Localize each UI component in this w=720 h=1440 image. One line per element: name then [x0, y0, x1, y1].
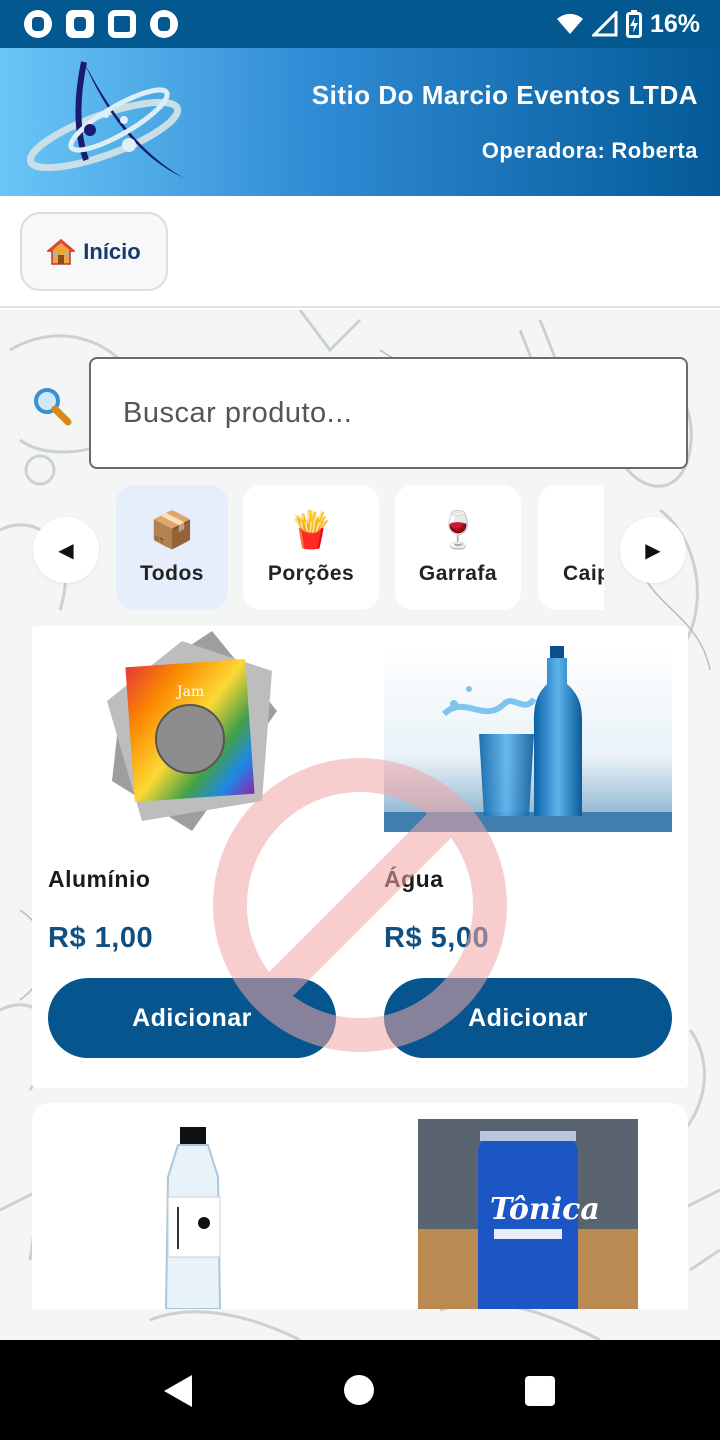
category-garrafa[interactable]: 🍷 Garrafa: [395, 485, 521, 610]
app-header: Sitio Do Marcio Eventos LTDA Operadora: R…: [0, 48, 720, 196]
product-name: Alumínio: [48, 866, 151, 892]
add-to-cart-button[interactable]: Adicionar: [48, 978, 336, 1058]
category-porcoes[interactable]: 🍟 Porções: [243, 485, 379, 610]
operator-name: Roberta: [611, 138, 698, 163]
home-button-label: Início: [83, 238, 141, 264]
category-todos[interactable]: 📦 Todos: [116, 485, 228, 610]
product-price: R$ 5,00: [384, 922, 490, 954]
toolbar: Início: [0, 196, 720, 308]
chevron-left-icon: ◀: [58, 539, 74, 562]
product-image-water-bottle: [164, 1127, 222, 1309]
wifi-icon: [556, 13, 583, 34]
search-input[interactable]: [89, 357, 688, 469]
category-prev-button[interactable]: ◀: [33, 517, 99, 583]
product-name: Água: [384, 866, 444, 892]
fries-icon: 🍟: [288, 508, 334, 550]
product-row: Tônica: [32, 1103, 688, 1309]
svg-text:Jam: Jam: [175, 684, 204, 700]
category-next-button[interactable]: ▶: [620, 517, 686, 583]
chevron-right-icon: ▶: [645, 539, 661, 562]
main-content[interactable]: ◀ 📦 Todos 🍟 Porções 🍷 Garrafa Caip ▶: [0, 310, 720, 1340]
app-notification-icon: [66, 10, 94, 38]
category-label: Garrafa: [418, 561, 498, 585]
wine-glass-icon: 🍷: [435, 508, 481, 550]
product-image-agua: [384, 644, 672, 832]
category-label: Todos: [140, 561, 204, 585]
product-row: Jam Alumínio R$ 1,00 Adicionar Água R$ 5…: [32, 626, 688, 1088]
category-caip[interactable]: Caip: [538, 485, 604, 610]
operator-label: Operadora:: [481, 138, 606, 163]
battery-charging-icon: [625, 10, 642, 38]
back-icon[interactable]: [160, 1373, 196, 1409]
category-list: 📦 Todos 🍟 Porções 🍷 Garrafa Caip: [106, 480, 604, 610]
add-to-cart-button[interactable]: Adicionar: [384, 978, 672, 1058]
category-label: Caip: [563, 561, 604, 585]
status-bar: 16%: [0, 0, 720, 48]
app-notification-icon: [150, 10, 178, 38]
category-label: Porções: [267, 561, 355, 585]
search-icon: [34, 388, 72, 426]
system-nav-bar: [0, 1340, 720, 1440]
recent-apps-icon[interactable]: [525, 1376, 555, 1406]
home-icon[interactable]: [344, 1375, 374, 1405]
notification-icons: [24, 10, 178, 38]
product-price: R$ 1,00: [48, 922, 154, 954]
app-notification-icon: [24, 10, 52, 38]
svg-text:Tônica: Tônica: [490, 1192, 600, 1227]
product-image-aluminio: Jam: [107, 631, 277, 831]
company-name: Sitio Do Marcio Eventos LTDA: [311, 80, 698, 110]
box-icon: 📦: [149, 508, 195, 550]
home-button[interactable]: Início: [20, 212, 168, 291]
grid-app-notification-icon: [108, 10, 136, 38]
signal-icon: [591, 11, 618, 37]
operator-info: Operadora: Roberta: [482, 138, 698, 164]
product-image-tonica-can: Tônica: [418, 1119, 638, 1309]
battery-level: 16%: [649, 9, 700, 38]
house-icon: [47, 238, 76, 265]
company-logo: [26, 61, 184, 178]
